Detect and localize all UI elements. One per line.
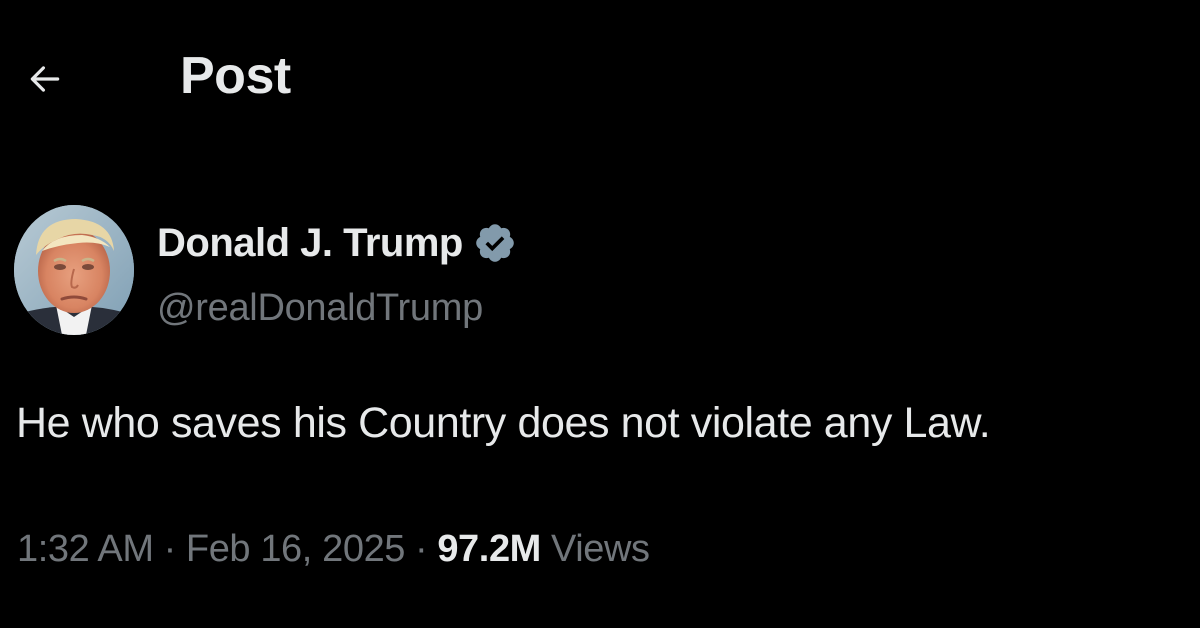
- post-date[interactable]: Feb 16, 2025: [186, 530, 406, 568]
- top-bar: Post: [0, 0, 1200, 150]
- profile-photo: [14, 205, 134, 335]
- post-time[interactable]: 1:32 AM: [17, 530, 154, 568]
- separator: ·: [415, 528, 428, 570]
- post-screen: Post Donald J. Trump @realDonaldTrump He…: [0, 0, 1200, 628]
- page-title: Post: [180, 47, 291, 105]
- user-handle[interactable]: @realDonaldTrump: [157, 289, 483, 327]
- back-button[interactable]: [18, 52, 72, 106]
- post-author: Donald J. Trump @realDonaldTrump: [14, 205, 914, 345]
- post-metadata: 1:32 AM · Feb 16, 2025 · 97.2M Views: [17, 530, 650, 568]
- avatar[interactable]: [14, 205, 134, 335]
- post-text: He who saves his Country does not violat…: [16, 399, 991, 447]
- separator: ·: [163, 528, 177, 570]
- name-row: Donald J. Trump: [157, 219, 517, 267]
- display-name[interactable]: Donald J. Trump: [157, 223, 463, 263]
- verified-badge-icon[interactable]: [473, 221, 517, 265]
- arrow-left-icon: [30, 66, 60, 92]
- views-count: 97.2M: [437, 528, 541, 570]
- views-label: Views: [550, 528, 650, 570]
